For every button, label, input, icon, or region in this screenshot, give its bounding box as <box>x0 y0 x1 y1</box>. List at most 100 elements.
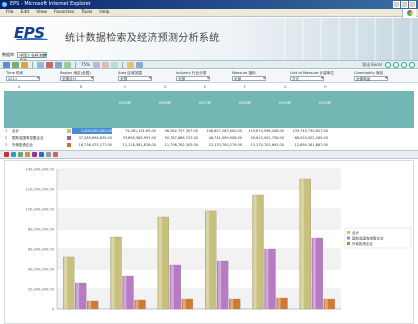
table-cell[interactable]: 74,081,131.63.00 <box>116 128 156 134</box>
calc-icon[interactable] <box>101 61 109 68</box>
table-cell[interactable]: 1,000,000,000.00 <box>72 128 112 134</box>
table-icon[interactable] <box>37 61 44 68</box>
app-header: EPS 统计数据检索及经济预测分析系统 数据库: 中国工业经济数据库 <box>0 18 418 63</box>
export-icon[interactable] <box>126 61 134 68</box>
area-chart-icon[interactable] <box>25 152 30 157</box>
nav-last-icon[interactable] <box>409 62 415 68</box>
minimize-button[interactable] <box>393 1 400 8</box>
col-head-2008[interactable]: 2008年 <box>230 95 260 106</box>
scatter-chart-icon[interactable] <box>32 152 37 157</box>
filter-icon[interactable] <box>64 61 71 68</box>
nav-next-icon[interactable] <box>401 62 407 68</box>
row-label: 外商投资企业 <box>12 143 33 147</box>
export-excel-link[interactable]: 导出 Excel <box>361 62 383 68</box>
table-cell[interactable]: 50,787,886,747.00 <box>158 135 198 141</box>
open-icon[interactable] <box>3 61 10 68</box>
filter-measure-select[interactable]: 全部 <box>232 76 266 81</box>
menu-file[interactable]: File <box>6 9 14 16</box>
y-tick-label: 20,000,000.00 <box>28 288 55 292</box>
bar-chart-icon[interactable] <box>4 152 9 157</box>
col-head-2010[interactable]: 2010年 <box>310 95 340 106</box>
bar-highlight <box>324 299 328 309</box>
table-row[interactable]: 1 合计 1,000,000,000.00 74,081,131.63.00 9… <box>4 128 414 134</box>
help-icon[interactable] <box>135 61 143 68</box>
filter-commodity-select[interactable]: 全部商品 <box>354 76 388 81</box>
chart-band <box>57 209 341 229</box>
menu-favorites[interactable]: Favorites <box>54 9 74 16</box>
table-cell[interactable]: 68,020,502,289.00 <box>288 135 328 141</box>
window-titlebar: EPS - Microsoft Internet Explorer <box>0 0 418 9</box>
filter-area: Area 区域范围 全国 <box>118 71 152 81</box>
col-letter: F <box>244 85 246 89</box>
pie-chart-icon[interactable] <box>18 152 23 157</box>
nav-prev-icon[interactable] <box>393 62 399 68</box>
map-icon[interactable] <box>55 61 62 68</box>
table-cell[interactable]: 11,118,581,878.00 <box>116 142 156 148</box>
y-tick-label: 80,000,000.00 <box>28 228 55 232</box>
nav-first-icon[interactable] <box>385 62 391 68</box>
chart-settings-icon[interactable] <box>39 152 44 157</box>
chart-export-icon[interactable] <box>53 152 58 157</box>
chart-band <box>57 249 341 269</box>
forecast-icon[interactable] <box>110 61 118 68</box>
maximize-button[interactable] <box>401 1 408 8</box>
bar-highlight <box>76 283 80 309</box>
table-cell[interactable]: 16,736,475,177.00 <box>72 142 112 148</box>
table-row[interactable]: 3 外商投资企业 16,736,475,177.00 11,118,581,87… <box>4 142 414 148</box>
sort-icon[interactable] <box>92 61 100 68</box>
close-button[interactable] <box>409 1 416 8</box>
toolbar-separator <box>75 61 76 68</box>
logo-swoosh <box>16 38 48 41</box>
chart-canvas: 140,000,000.00 120,000,000.00 100,000,000.… <box>25 168 412 312</box>
bar-highlight <box>277 298 281 309</box>
filter-unit-select[interactable]: 万元 <box>290 76 324 81</box>
ie-throbber-icon <box>402 9 416 18</box>
menu-view[interactable]: View <box>36 9 47 16</box>
chart-icon[interactable] <box>46 61 53 68</box>
zoom-level[interactable]: 75% <box>80 62 91 67</box>
bar-chart: 140,000,000.00 120,000,000.00 100,000,000.… <box>4 160 414 324</box>
col-head-2007[interactable]: 2007年 <box>190 95 220 106</box>
col-head-2006[interactable]: 2006年 <box>150 95 180 106</box>
col-head-2009[interactable]: 2009年 <box>270 95 300 106</box>
chart-copy-icon[interactable] <box>46 152 51 157</box>
table-cell[interactable]: 13,270,702,692.00 <box>244 142 284 148</box>
database-dropdown[interactable]: 中国工业经济数据库 <box>17 51 48 63</box>
menu-help[interactable]: Help <box>99 9 109 16</box>
series-swatch <box>67 136 71 140</box>
row-label: 国有及国有控股企业 <box>12 136 44 140</box>
print-icon[interactable] <box>21 61 28 68</box>
column-letter-row: A B C D E F G H <box>4 84 414 91</box>
table-cell[interactable]: 37,285,696,839.00 <box>72 135 112 141</box>
table-cell[interactable]: 46,741,099,508.00 <box>202 135 242 141</box>
menu-edit[interactable]: Edit <box>21 9 30 16</box>
table-cell[interactable]: 96,562,757,307.00 <box>158 128 198 134</box>
legend-swatch <box>347 236 350 240</box>
table-cell[interactable]: 11,798,762,305.00 <box>158 142 198 148</box>
bar-highlight <box>218 261 222 309</box>
filter-time-select[interactable]: 2011 <box>6 76 40 81</box>
table-cell[interactable]: 12,133,700,279.00 <box>202 142 242 148</box>
col-letter: E <box>204 85 207 89</box>
menu-tools[interactable]: Tools <box>81 9 92 16</box>
eps-logo: EPS <box>14 24 48 42</box>
y-tick-label: 100,000,000.00 <box>25 208 54 212</box>
table-cell[interactable]: 119,874,596,408.00 <box>244 128 284 134</box>
ie-icon <box>2 2 7 7</box>
filter-area-select[interactable]: 全国 <box>118 76 152 81</box>
line-chart-icon[interactable] <box>11 152 16 157</box>
table-cell[interactable]: 12,894,181,867.00 <box>288 142 328 148</box>
filter-region-select[interactable]: 全国合计 <box>60 76 94 81</box>
col-head-2005[interactable]: 2005年 <box>110 95 140 106</box>
bar-highlight <box>111 237 115 309</box>
table-cell[interactable]: 108,657,263,000.00 <box>202 128 242 134</box>
table-row[interactable]: 2 国有及国有控股企业 37,285,696,839.00 33,895,565… <box>4 135 414 141</box>
save-icon[interactable] <box>12 61 19 68</box>
legend-label: 外商投资企业 <box>352 241 373 246</box>
filter-industry-select[interactable]: 全部 <box>176 76 210 81</box>
table-cell[interactable]: 139,745,730,827.00 <box>288 128 328 134</box>
table-cell[interactable]: 33,895,565,957.00 <box>116 135 156 141</box>
table-cell[interactable]: 50,610,002,756.00 <box>244 135 284 141</box>
main-toolbar: 75% 导出 Excel <box>0 60 418 69</box>
filter-measure: Measure 指标 全部 <box>232 71 266 81</box>
